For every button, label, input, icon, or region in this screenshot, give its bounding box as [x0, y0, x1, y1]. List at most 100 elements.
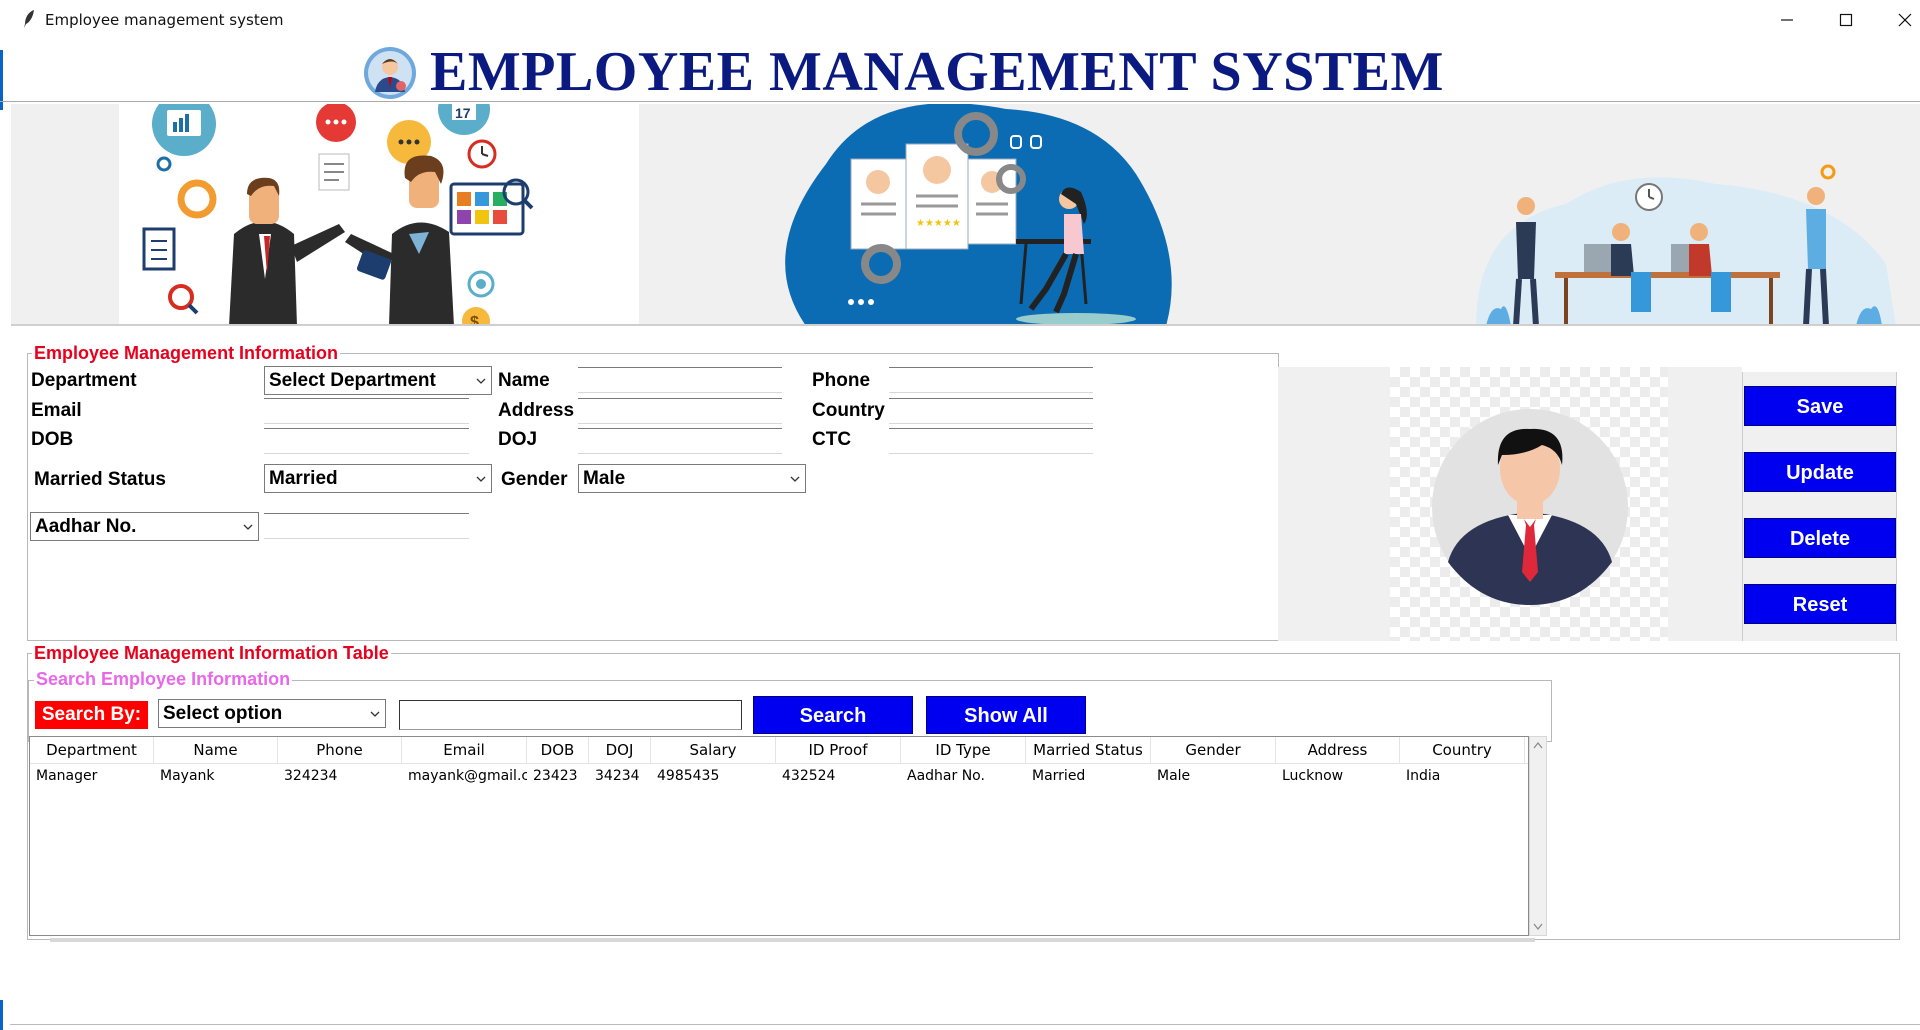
dob-field[interactable]: [264, 428, 469, 454]
feather-icon: [24, 10, 34, 28]
table-cell: 4985435: [657, 768, 720, 784]
window-title: Employee management system: [45, 11, 284, 29]
country-field[interactable]: [889, 398, 1093, 424]
search-option-select-value: Select option: [163, 703, 283, 724]
ctc-field[interactable]: [889, 428, 1093, 454]
department-select-value: Select Department: [269, 370, 436, 391]
dob-label: DOB: [31, 429, 74, 450]
gender-select-value: Male: [583, 468, 626, 489]
table-cell: Lucknow: [1282, 768, 1344, 784]
employee-logo-icon: [364, 47, 416, 99]
ctc-label: CTC: [812, 429, 852, 450]
table-cell: 23423: [533, 768, 578, 784]
married-status-select[interactable]: Married: [264, 464, 492, 493]
chevron-down-icon: [1533, 923, 1543, 930]
column-header[interactable]: Country: [1400, 737, 1525, 764]
window-titlebar: Employee management system: [0, 0, 1920, 40]
table-cell: Mayank: [160, 768, 215, 784]
employee-table[interactable]: Department Name Phone Email DOB DOJ Salary ID P…: [29, 736, 1529, 936]
search-input[interactable]: [399, 700, 742, 730]
recruitment-illustration: ★★★★★: [785, 104, 1172, 324]
email-field[interactable]: [264, 398, 469, 424]
name-field[interactable]: [578, 367, 782, 393]
column-header[interactable]: Email: [402, 737, 527, 764]
chevron-down-icon: [476, 476, 486, 482]
country-label: Country: [812, 400, 885, 421]
table-cell: 324234: [284, 768, 338, 784]
office-team-illustration: [1476, 164, 1896, 324]
column-header[interactable]: Phone: [278, 737, 402, 764]
gender-label: Gender: [501, 469, 568, 490]
married-status-label: Married Status: [34, 469, 166, 490]
close-icon: [1898, 13, 1912, 27]
banner-image: 17 $ ★★★★★: [11, 104, 1920, 326]
search-option-select[interactable]: Select option: [158, 699, 386, 728]
column-header[interactable]: Salary: [651, 737, 776, 764]
table-vertical-scrollbar[interactable]: [1529, 736, 1547, 936]
minimize-button[interactable]: [1767, 6, 1807, 34]
table-cell: India: [1406, 768, 1441, 784]
update-button[interactable]: Update: [1744, 452, 1896, 492]
reset-button[interactable]: Reset: [1744, 584, 1896, 624]
table-cell: 34234: [595, 768, 640, 784]
chevron-up-icon: [1533, 742, 1543, 749]
save-button[interactable]: Save: [1744, 386, 1896, 426]
column-header[interactable]: Address: [1276, 737, 1400, 764]
show-all-button[interactable]: Show All: [926, 696, 1086, 734]
search-group-title: Search Employee Information: [34, 669, 293, 689]
department-select[interactable]: Select Department: [264, 366, 492, 395]
column-header[interactable]: ID Type: [901, 737, 1026, 764]
employee-info-group-title: Employee Management Information: [32, 343, 341, 363]
address-field[interactable]: [578, 398, 782, 424]
search-button[interactable]: Search: [753, 696, 913, 734]
address-label: Address: [498, 400, 575, 421]
chevron-down-icon: [790, 476, 800, 482]
chevron-down-icon: [370, 711, 380, 717]
bottom-border: [10, 1024, 1920, 1025]
column-header[interactable]: DOB: [527, 737, 589, 764]
page-title: EMPLOYEE MANAGEMENT SYSTEM: [430, 41, 1444, 103]
minimize-icon: [1781, 19, 1793, 21]
department-label: Department: [31, 370, 137, 391]
table-cell: 432524: [782, 768, 836, 784]
doj-field[interactable]: [578, 428, 782, 454]
svg-text:$: $: [470, 314, 479, 326]
column-header[interactable]: Name: [154, 737, 278, 764]
table-header: Department Name Phone Email DOB DOJ Salary ID P…: [30, 737, 1528, 764]
name-label: Name: [498, 370, 550, 391]
column-header[interactable]: Married Status: [1026, 737, 1151, 764]
doj-label: DOJ: [498, 429, 538, 450]
table-cell: mayank@gmail.c: [408, 768, 527, 784]
table-cell: Male: [1157, 768, 1191, 784]
svg-text:★★★★★: ★★★★★: [916, 218, 961, 229]
gender-select[interactable]: Male: [578, 464, 806, 493]
column-header[interactable]: Gender: [1151, 737, 1276, 764]
column-header[interactable]: ID Proof: [776, 737, 901, 764]
id-proof-select[interactable]: Aadhar No.: [30, 512, 259, 541]
chevron-down-icon: [243, 524, 253, 530]
phone-field[interactable]: [889, 367, 1093, 393]
phone-label: Phone: [812, 370, 871, 391]
close-button[interactable]: [1885, 6, 1920, 34]
table-row[interactable]: Manager Mayank 324234 mayank@gmail.c 23423 34…: [30, 765, 1528, 787]
employee-table-group-title: Employee Management Information Table: [32, 643, 391, 663]
maximize-icon: [1839, 13, 1853, 27]
column-header[interactable]: Department: [30, 737, 154, 764]
search-by-label: Search By:: [35, 701, 148, 729]
table-cell: Manager: [36, 768, 98, 784]
employee-info-group: [27, 353, 1279, 641]
maximize-button[interactable]: [1826, 6, 1866, 34]
email-label: Email: [31, 400, 82, 421]
calendar-number: 17: [455, 105, 471, 121]
employee-photo-panel: [1278, 367, 1742, 641]
employee-avatar: [1432, 409, 1628, 605]
married-status-select-value: Married: [269, 468, 338, 489]
table-cell: Aadhar No.: [907, 768, 985, 784]
id-proof-number-field[interactable]: [264, 513, 469, 539]
table-horizontal-scrollbar[interactable]: [50, 938, 1535, 942]
delete-button[interactable]: Delete: [1744, 518, 1896, 558]
chevron-down-icon: [476, 378, 486, 384]
desktop-edge: [0, 40, 10, 1030]
id-proof-select-value: Aadhar No.: [35, 516, 137, 537]
column-header[interactable]: DOJ: [589, 737, 651, 764]
